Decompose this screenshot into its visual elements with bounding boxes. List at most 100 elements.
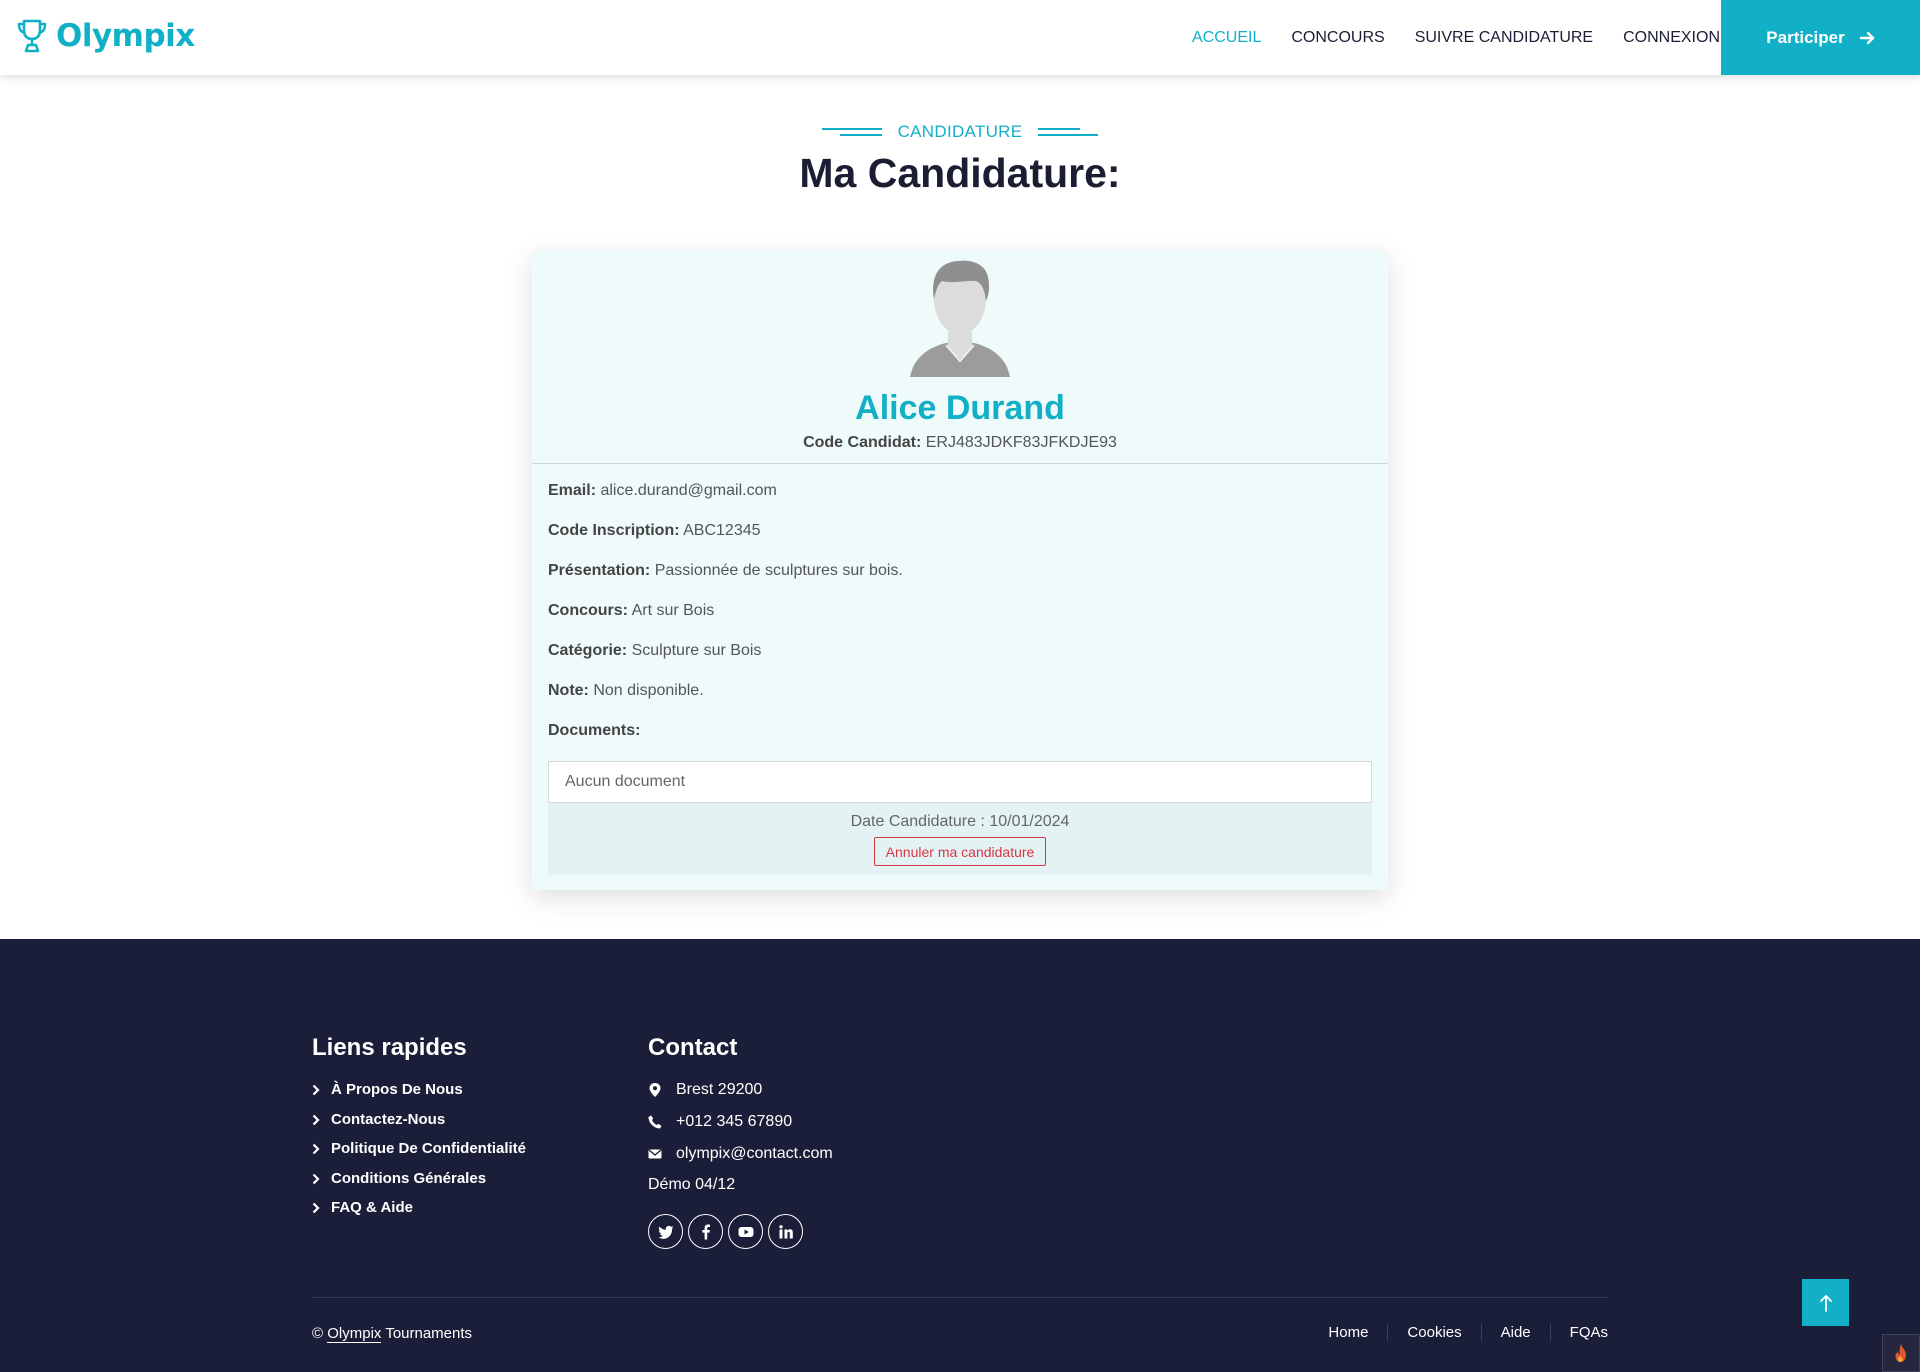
brand-logo[interactable]: Olympix <box>16 14 195 58</box>
contact-text: olympix@contact.com <box>676 1145 833 1162</box>
footer-menu-fqas[interactable]: FQAs <box>1549 1324 1608 1341</box>
page-title: Ma Candidature: <box>799 150 1121 196</box>
quick-link-label: Politique De Confidentialité <box>331 1140 527 1157</box>
linkedin-icon <box>778 1224 793 1238</box>
contact-title: Contact <box>648 1034 738 1061</box>
field-value: ABC12345 <box>683 522 761 539</box>
footer-divider <box>312 1297 1608 1298</box>
contact-email[interactable]: olympix@contact.com <box>648 1145 833 1163</box>
youtube-icon <box>738 1226 753 1237</box>
chevron-right-icon <box>312 1114 320 1125</box>
field-label: Présentation: <box>548 562 651 579</box>
twitter-icon <box>657 1225 673 1239</box>
field-value: Non disponible. <box>593 682 704 699</box>
participer-button[interactable]: Participer <box>1721 0 1920 75</box>
main-nav: ACCUEIL CONCOURS SUIVRE CANDIDATURE CONN… <box>1192 0 1720 75</box>
quick-link-a-propos[interactable]: À Propos De Nous <box>312 1081 463 1098</box>
nav-concours[interactable]: CONCOURS <box>1291 29 1384 47</box>
copyright-text: Tournaments <box>385 1325 473 1342</box>
flame-icon <box>1895 1344 1906 1362</box>
field-email: Email: alice.durand@gmail.com <box>548 482 777 500</box>
copyright-link[interactable]: Olympix <box>327 1325 382 1343</box>
field-label: Code Inscription: <box>548 522 680 539</box>
tag-decoration-right <box>1038 126 1099 138</box>
copyright: © Olympix Tournaments <box>312 1325 473 1343</box>
youtube-button[interactable] <box>728 1214 763 1249</box>
quick-link-label: Contactez-Nous <box>331 1111 446 1128</box>
navbar: Olympix ACCUEIL CONCOURS SUIVRE CANDIDAT… <box>0 0 1920 75</box>
phone-icon <box>648 1115 662 1129</box>
documents-list: Aucun document <box>548 761 1372 803</box>
field-code-inscription: Code Inscription: ABC12345 <box>548 522 761 540</box>
field-label: Note: <box>548 682 589 699</box>
flame-widget[interactable] <box>1882 1334 1920 1372</box>
field-label: Concours: <box>548 602 628 619</box>
nav-suivre-candidature[interactable]: SUIVRE CANDIDATURE <box>1415 29 1593 47</box>
candidate-name: Alice Durand <box>855 389 1065 427</box>
card-divider <box>532 463 1388 464</box>
field-value: Art sur Bois <box>631 602 715 619</box>
field-presentation: Présentation: Passionnée de sculptures s… <box>548 562 903 580</box>
quick-link-contactez-nous[interactable]: Contactez-Nous <box>312 1111 445 1128</box>
contact-address: Brest 29200 <box>648 1081 762 1099</box>
trophy-icon <box>17 19 47 53</box>
section-tag-text: CANDIDATURE <box>897 122 1023 141</box>
field-categorie: Catégorie: Sculpture sur Bois <box>548 642 761 660</box>
chevron-right-icon <box>312 1084 320 1095</box>
candidate-code-value: ERJ483JDKF83JFKDJE93 <box>925 434 1117 451</box>
tag-decoration-left <box>821 126 882 138</box>
facebook-icon <box>701 1224 710 1239</box>
quick-link-politique[interactable]: Politique De Confidentialité <box>312 1140 526 1157</box>
arrow-right-icon <box>1859 31 1874 44</box>
quick-link-label: FAQ & Aide <box>331 1199 413 1216</box>
quick-link-conditions[interactable]: Conditions Générales <box>312 1170 486 1187</box>
contact-phone[interactable]: +012 345 67890 <box>648 1113 792 1131</box>
nav-accueil[interactable]: ACCUEIL <box>1192 29 1261 47</box>
contact-text: +012 345 67890 <box>676 1113 793 1130</box>
copyright-symbol: © <box>312 1325 324 1342</box>
footer-menu-home[interactable]: Home <box>1309 1324 1387 1341</box>
candidate-code: Code Candidat: ERJ483JDKF83JFKDJE93 <box>532 434 1388 452</box>
field-value: Passionnée de sculptures sur bois. <box>654 562 903 579</box>
field-note: Note: Non disponible. <box>548 682 704 700</box>
field-label: Documents: <box>548 722 641 739</box>
section-tag: CANDIDATURE <box>0 122 1920 142</box>
arrow-up-icon <box>1819 1294 1832 1312</box>
facebook-button[interactable] <box>688 1214 723 1249</box>
brand-name: Olympix <box>56 18 195 54</box>
chevron-right-icon <box>312 1143 320 1154</box>
field-concours: Concours: Art sur Bois <box>548 602 714 620</box>
quick-link-label: Conditions Générales <box>331 1170 487 1187</box>
field-label: Email: <box>548 482 597 499</box>
quick-link-label: À Propos De Nous <box>331 1081 463 1098</box>
site-footer <box>0 939 1920 1372</box>
back-to-top-button[interactable] <box>1802 1279 1849 1326</box>
nav-connexion[interactable]: CONNEXION <box>1623 29 1720 47</box>
cancel-candidature-button[interactable]: Annuler ma candidature <box>874 837 1046 866</box>
candidature-card: Alice Durand Code Candidat: ERJ483JDKF83… <box>532 250 1388 890</box>
social-links <box>648 1214 803 1249</box>
card-footer: Date Candidature : 10/01/2024 Annuler ma… <box>548 803 1372 875</box>
field-label: Catégorie: <box>548 642 628 659</box>
field-value: Sculpture sur Bois <box>631 642 762 659</box>
demo-text: Démo 04/12 <box>648 1176 736 1193</box>
contact-text: Brest 29200 <box>676 1081 763 1098</box>
twitter-button[interactable] <box>648 1214 683 1249</box>
footer-menu-cookies[interactable]: Cookies <box>1387 1324 1480 1341</box>
linkedin-button[interactable] <box>768 1214 803 1249</box>
field-documents: Documents: <box>548 722 640 740</box>
documents-empty-text: Aucun document <box>565 773 686 790</box>
map-pin-icon <box>649 1083 661 1097</box>
candidature-date: Date Candidature : 10/01/2024 <box>850 813 1070 830</box>
participer-label: Participer <box>1766 27 1845 47</box>
field-value: alice.durand@gmail.com <box>600 482 777 499</box>
quick-link-faq[interactable]: FAQ & Aide <box>312 1199 413 1216</box>
quick-links-title: Liens rapides <box>312 1034 467 1061</box>
candidate-code-label: Code Candidat: <box>803 434 922 451</box>
footer-menu: Home Cookies Aide FQAs <box>1309 1324 1608 1341</box>
user-avatar-icon <box>910 260 1010 377</box>
chevron-right-icon <box>312 1173 320 1184</box>
chevron-right-icon <box>312 1202 320 1213</box>
footer-menu-aide[interactable]: Aide <box>1480 1324 1550 1341</box>
envelope-icon <box>648 1149 662 1159</box>
